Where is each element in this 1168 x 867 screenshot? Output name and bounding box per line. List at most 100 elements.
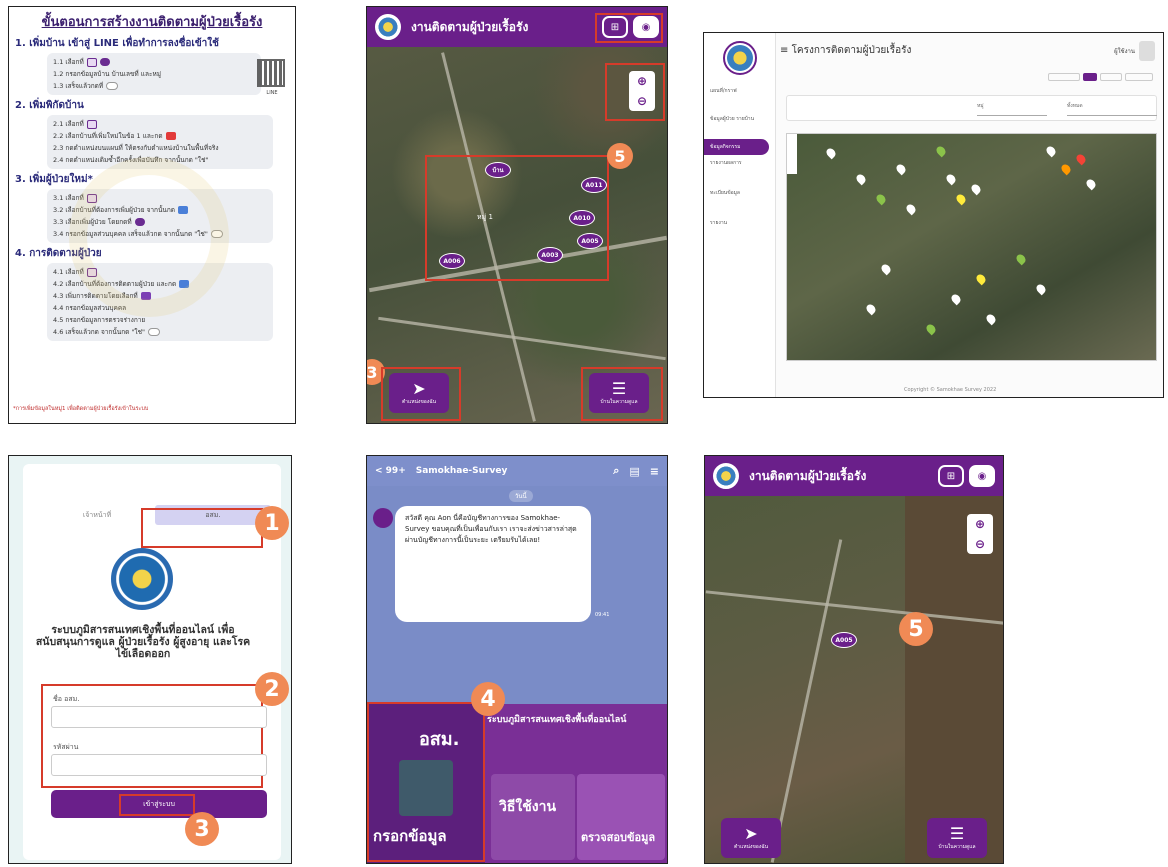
step-badge: 1 (255, 506, 289, 540)
highlight-box (119, 794, 195, 816)
house-pin[interactable]: บ้าน (485, 162, 511, 178)
menu-icon (86, 119, 97, 129)
username-label: ชื่อ อสม. (53, 695, 80, 703)
chat-name: Samokhae-Survey (415, 466, 508, 476)
sidebar-item-report[interactable]: รายงาน (704, 215, 775, 231)
menu-icon (86, 57, 97, 67)
highlight-box (581, 367, 663, 421)
status-select[interactable]: ทั้งหมด (1067, 102, 1157, 116)
rich-menu-label: ตรวจสอบข้อมูล (581, 831, 656, 844)
grid-icon[interactable]: ⊞ (938, 465, 964, 487)
web-dashboard-panel: แผนที่/กราฟ ข้อมูลผู้ป่วย รายบ้าน ข้อมูล… (703, 32, 1164, 398)
highlight-box (381, 367, 461, 421)
chat-header: < 99+ Samokhae-Survey ⌕ ▤ ≡ (367, 456, 667, 486)
menu-icon[interactable]: ≡ (650, 465, 659, 478)
section-heading: 1. เพิ่มบ้าน เข้าสู่ LINE เพื่อทำการลงชื… (15, 38, 219, 49)
house-list-button[interactable]: ☰ บ้านในความดูแล (927, 818, 987, 858)
step-item: 4.6 เสร็จแล้วกด จากนั้นกด "ใช่" (53, 326, 267, 338)
password-input[interactable] (51, 754, 267, 776)
mobile-map-zoomed-panel: งานติดตามผู้ป่วยเรื้อรัง ⊞ ◉ ⊕ ⊖ A005 5 ➤… (704, 455, 1004, 864)
app-title: งานติดตามผู้ป่วยเรื้อรัง (411, 19, 529, 34)
highlight-box (367, 702, 485, 862)
message-bubble: สวัสดี คุณ Aon นี่คือบัญชีทางการของ Samo… (395, 506, 591, 622)
section-heading: 2. เพิ่มพิกัดบ้าน (15, 100, 84, 111)
rich-menu-label: วิธีใช้งาน (499, 799, 557, 815)
avatar (1139, 41, 1155, 61)
logo (722, 41, 757, 75)
step-item: 2.1 เลือกที่ (53, 118, 267, 130)
step-badge: 4 (471, 682, 505, 716)
zoom-in-icon[interactable]: ⊕ (967, 514, 993, 534)
avatar (373, 508, 393, 528)
tab-staff[interactable]: เจ้าหน้าที่ (39, 510, 155, 521)
step-item: 1.1 เลือกที่ (53, 56, 255, 68)
search-icon[interactable]: ⌕ (613, 464, 619, 478)
step-item: 2.3 กดตำแหน่งบนแผนที่ ให้ตรงกับตำแหน่งบ้… (53, 144, 219, 152)
list-icon: ☰ (949, 824, 965, 843)
sidebar-item-map[interactable]: แผนที่/กราฟ (704, 83, 775, 99)
zoom-out-icon[interactable]: ⊖ (967, 534, 993, 554)
house-pin[interactable]: A011 (581, 177, 607, 193)
message-time: 09:41 (595, 612, 610, 618)
save-chip (148, 328, 161, 336)
pin-icon (165, 132, 176, 140)
page-title: ≡ โครงการติดตามผู้ป่วยเรื้อรัง (780, 45, 912, 56)
house-pin[interactable]: A006 (439, 253, 465, 269)
watermark-seal (69, 157, 229, 317)
step-badge: 2 (255, 672, 289, 706)
highlight-box (141, 508, 263, 548)
step-item: 1.2 กรอกข้อมูลบ้าน บ้านเลขที่ และหมู่ (53, 70, 162, 78)
footnote: *การเพิ่มข้อมูลในหมู่1 เพื่อติดตามผู้ป่ว… (13, 406, 149, 412)
save-chip (106, 82, 119, 90)
add-house-chip (99, 58, 110, 66)
logo (713, 463, 739, 489)
login-panel: เจ้าหน้าที่ อสม. 1 ระบบภูมิสารสนเทศเชิงพ… (8, 455, 292, 864)
sidebar-item-results[interactable]: รายงานผลการ (704, 155, 775, 171)
instructions-title: ขั้นตอนการสร้างงานติดตามผู้ป่วยเรื้อรัง (41, 15, 263, 30)
satellite-map[interactable] (705, 456, 1003, 863)
house-pin[interactable]: A003 (537, 247, 563, 263)
highlight-box (595, 13, 663, 43)
step-badge: 3 (185, 812, 219, 846)
note-icon[interactable]: ▤ (629, 465, 639, 478)
sidebar-item-registry[interactable]: ทะเบียนข้อมูล (704, 185, 775, 201)
rich-menu-check[interactable] (577, 774, 665, 860)
view-toggle[interactable] (1048, 73, 1153, 81)
password-label: รหัสผ่าน (53, 743, 79, 751)
sidebar-item-activities[interactable]: ข้อมูลกิจกรรม (704, 139, 769, 155)
system-title: ระบบภูมิสารสนเทศเชิงพื้นที่ออนไลน์ เพื่อ… (35, 624, 251, 660)
step-item: 2.2 เลือกบ้านที่เพิ่มใหม่ในข้อ 1 และกด (53, 130, 267, 142)
zoom-control[interactable] (787, 134, 797, 174)
house-pin[interactable]: A005 (577, 233, 603, 249)
app-header: งานติดตามผู้ป่วยเรื้อรัง ⊞ ◉ (705, 456, 1003, 496)
village-select[interactable]: หมู่ (977, 102, 1047, 116)
step-badge: 5 (899, 612, 933, 646)
app-title: งานติดตามผู้ป่วยเรื้อรัง (749, 468, 867, 483)
patient-map[interactable] (786, 133, 1157, 361)
sidebar: แผนที่/กราฟ ข้อมูลผู้ป่วย รายบ้าน ข้อมูล… (704, 33, 776, 397)
back-button[interactable]: < 99+ (375, 466, 406, 476)
line-chat-panel: < 99+ Samokhae-Survey ⌕ ▤ ≡ วันนี้ สวัสด… (366, 455, 668, 864)
highlight-box (605, 63, 665, 121)
my-location-button[interactable]: ➤ ตำแหน่งของฉัน (721, 818, 781, 858)
copyright-footer: Copyright © Samokhae Survey 2022 (904, 387, 997, 393)
user-menu[interactable]: ผู้ใช้งาน (1114, 41, 1155, 61)
navigate-icon: ➤ (744, 824, 758, 843)
line-qr-code: LINE (257, 59, 287, 105)
mobile-map-panel: งานติดตามผู้ป่วยเรื้อรัง ⊞ ◉ ⊕ ⊖ 5 บ้าน A… (366, 6, 668, 424)
sidebar-item-patients[interactable]: ข้อมูลผู้ป่วย รายบ้าน (704, 111, 775, 127)
filter-bar: หมู่ ทั้งหมด (786, 95, 1157, 121)
date-chip: วันนี้ (509, 490, 533, 502)
logo (375, 14, 401, 40)
instructions-panel: ขั้นตอนการสร้างงานติดตามผู้ป่วยเรื้อรัง … (8, 6, 296, 424)
house-pin[interactable]: A005 (831, 632, 857, 648)
step-item: 1.3 เสร็จแล้วกดที่ (53, 80, 255, 92)
zoom-control[interactable]: ⊕ ⊖ (967, 514, 993, 554)
eye-icon[interactable]: ◉ (969, 465, 995, 487)
house-pin[interactable]: A010 (569, 210, 595, 226)
organization-seal (111, 548, 173, 610)
username-input[interactable] (51, 706, 267, 728)
rich-menu-heading: ระบบภูมิสารสนเทศเชิงพื้นที่ออนไลน์ (487, 715, 627, 725)
village-label: หมู่ 1 (477, 213, 493, 221)
step-badge: 5 (607, 143, 633, 169)
